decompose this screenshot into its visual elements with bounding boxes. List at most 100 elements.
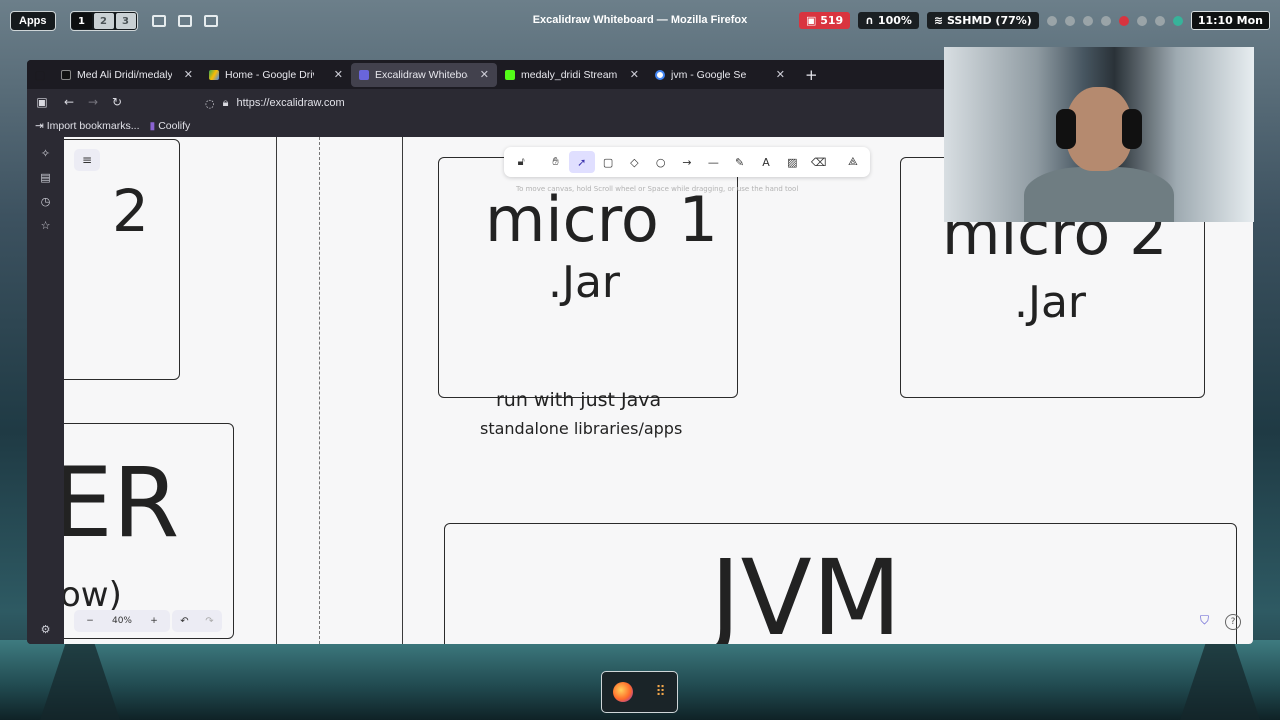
app-grid-icon[interactable]: ⠿: [656, 684, 666, 700]
synced-tabs-icon[interactable]: ▤: [40, 171, 50, 184]
bookmarks-star-icon[interactable]: ☆: [41, 219, 51, 232]
headphones-left: [1056, 109, 1076, 149]
tab-google-search[interactable]: jvm - Google Search ✕: [647, 63, 793, 87]
tab-overview-icon[interactable]: ▢: [27, 68, 53, 82]
eraser-icon[interactable]: ⌫: [805, 151, 831, 173]
lock-icon[interactable]: 🔓︎: [508, 151, 534, 173]
bookmark-coolify[interactable]: ▮ Coolify: [150, 120, 191, 132]
heart-icon[interactable]: [1100, 15, 1111, 26]
close-tab-icon[interactable]: ✕: [776, 68, 785, 81]
shape-left-top-text[interactable]: 2: [112, 177, 149, 245]
workspace-2[interactable]: 2: [93, 13, 114, 29]
drive-icon: [209, 69, 219, 80]
wifi-icon: ≋: [933, 14, 947, 27]
layers-icon[interactable]: [1082, 15, 1093, 26]
redo-icon[interactable]: ↷: [197, 616, 222, 627]
more-tools-icon[interactable]: ⟁: [840, 151, 866, 173]
dashed-divider[interactable]: [319, 137, 320, 644]
notification-count-badge[interactable]: ▣ 519: [798, 12, 851, 29]
bookmark-label: Import bookmarks...: [46, 120, 140, 132]
micro1-title[interactable]: micro 1: [485, 183, 718, 256]
address-bar[interactable]: ◌ 🔒︎ https://excalidraw.com: [205, 93, 905, 113]
url-text[interactable]: https://excalidraw.com: [236, 97, 344, 109]
tab-label: medaly_dridi Stream - V: [521, 68, 618, 81]
volume-indicator[interactable]: ∩ 100%: [858, 12, 919, 29]
image-icon[interactable]: ▨: [779, 151, 805, 173]
line-icon[interactable]: —: [700, 151, 726, 173]
diamond-icon[interactable]: ◇: [621, 151, 647, 173]
jvm-text[interactable]: JVM: [710, 537, 902, 644]
text-icon[interactable]: A: [753, 151, 779, 173]
lock-icon[interactable]: 🔒︎: [223, 96, 229, 110]
rectangle-icon[interactable]: ▢: [595, 151, 621, 173]
firefox-icon[interactable]: [613, 682, 634, 702]
micro1-subtitle[interactable]: .Jar: [548, 257, 620, 308]
shape-left-bottom-sub[interactable]: ow): [64, 575, 122, 615]
flash-icon[interactable]: [1046, 15, 1057, 26]
sidebar-toggle-icon[interactable]: ▣: [27, 95, 57, 109]
tab-google-drive[interactable]: Home - Google Drive ✕: [201, 63, 351, 87]
tab-kick-stream[interactable]: medaly_dridi Stream - V ✕: [497, 63, 647, 87]
import-icon: ⇥: [35, 120, 47, 132]
github-icon: [61, 69, 71, 80]
undo-icon[interactable]: ↶: [172, 616, 197, 627]
selection-icon[interactable]: ➚: [568, 151, 595, 173]
notification-count: 519: [820, 14, 844, 27]
help-icon[interactable]: ?: [1225, 614, 1241, 630]
close-tab-icon[interactable]: ✕: [184, 68, 193, 81]
webcam-person-body: [1024, 167, 1174, 222]
back-icon[interactable]: ←: [57, 95, 81, 109]
reload-icon[interactable]: ↻: [105, 95, 129, 109]
mail-icon[interactable]: [177, 15, 192, 27]
history-icon[interactable]: ◷: [41, 195, 51, 208]
workspace-1[interactable]: 1: [71, 13, 92, 29]
close-tab-icon[interactable]: ✕: [480, 68, 489, 81]
canvas-hint: To move canvas, hold Scroll wheel or Spa…: [516, 185, 799, 193]
zoom-level[interactable]: 40%: [106, 616, 138, 626]
close-tab-icon[interactable]: ✕: [334, 68, 343, 81]
zoom-in-button[interactable]: +: [138, 616, 170, 626]
folder-icon[interactable]: [203, 15, 218, 27]
micro1-line1[interactable]: run with just Java: [496, 389, 661, 411]
hand-icon[interactable]: ✋︎: [542, 151, 568, 173]
pencil-icon[interactable]: ✎: [727, 151, 753, 173]
zoom-controls: − 40% +: [74, 610, 170, 632]
new-tab-icon[interactable]: +: [805, 66, 818, 84]
close-tab-icon[interactable]: ✕: [630, 68, 639, 81]
headphones-icon: ∩: [865, 14, 878, 27]
micro2-subtitle[interactable]: .Jar: [1014, 277, 1086, 328]
arrow-icon[interactable]: →: [674, 151, 700, 173]
browser-sidebar: ✧ ▤ ◷ ☆ ⚙: [27, 137, 64, 644]
main-menu-button[interactable]: ≡: [74, 149, 100, 171]
zoom-out-button[interactable]: −: [74, 616, 106, 626]
apps-button[interactable]: Apps: [10, 11, 56, 31]
power-icon[interactable]: [1154, 15, 1165, 26]
excalidraw-toolbar: 🔓︎ ✋︎ ➚ ▢ ◇ ○ → — ✎ A ▨ ⌫ ⟁: [504, 147, 870, 177]
ai-chat-icon[interactable]: ✧: [41, 147, 50, 160]
bookmark-import[interactable]: ⇥ Import bookmarks...: [35, 120, 140, 132]
workspace-3[interactable]: 3: [115, 13, 136, 29]
shape-left-bottom-text[interactable]: ER: [64, 447, 179, 559]
shape-left-top[interactable]: [64, 139, 180, 380]
window-icon[interactable]: [151, 15, 166, 27]
tab-github[interactable]: Med Ali Dridi/medaly.dr ✕: [53, 63, 201, 87]
encryption-shield-icon[interactable]: ⛉: [1200, 613, 1209, 628]
tab-excalidraw[interactable]: Excalidraw Whiteboard ✕: [351, 62, 497, 87]
user-avatar-icon[interactable]: [1172, 15, 1183, 26]
bell-icon[interactable]: [1136, 15, 1147, 26]
divider-line[interactable]: [402, 137, 403, 644]
workspace-switcher[interactable]: 1 2 3: [69, 11, 138, 31]
record-icon[interactable]: [1118, 15, 1129, 26]
micro1-line2[interactable]: standalone libraries/apps: [480, 419, 682, 438]
status-area: ▣ 519 ∩ 100% ≋ SSHMD (77%) 11:10 Mon: [798, 11, 1270, 30]
divider-line[interactable]: [276, 137, 277, 644]
bookmark-label: Coolify: [158, 120, 191, 132]
forward-icon[interactable]: →: [81, 95, 105, 109]
signal-icon[interactable]: [1064, 15, 1075, 26]
ellipse-icon[interactable]: ○: [648, 151, 674, 173]
wifi-indicator[interactable]: ≋ SSHMD (77%): [926, 12, 1039, 29]
shield-tracking-icon[interactable]: ◌: [205, 97, 215, 110]
gear-icon[interactable]: ⚙: [41, 623, 51, 636]
clock[interactable]: 11:10 Mon: [1190, 11, 1270, 30]
headphones-right: [1122, 109, 1142, 149]
